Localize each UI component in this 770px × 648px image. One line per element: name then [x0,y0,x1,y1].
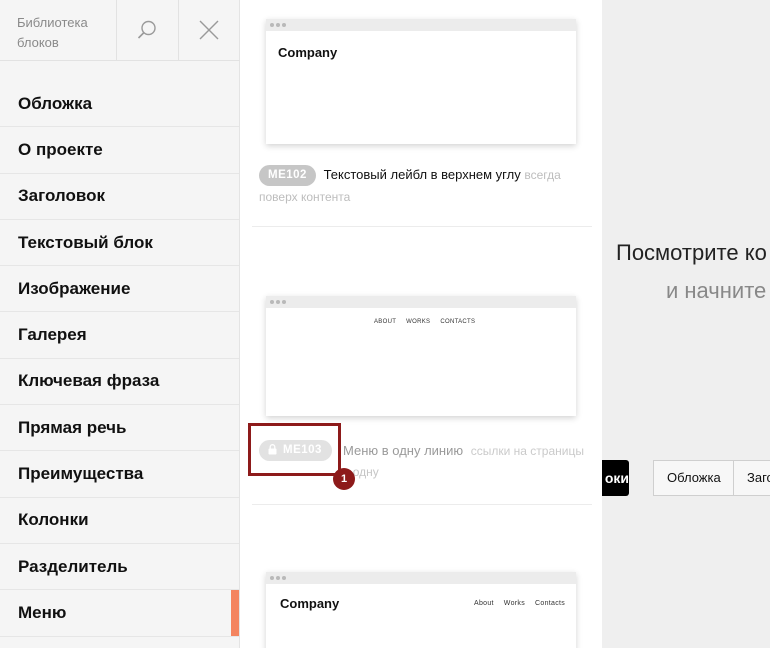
preview-nav-item: CONTACTS [440,319,476,325]
search-icon [137,20,156,39]
block-preview-panel: Company ME102 Текстовый лейбл в верхнем … [240,0,602,648]
block-subtitle-cont: поверх контента [259,190,351,205]
close-button[interactable] [178,0,239,60]
preview-nav-item: Contacts [535,600,566,607]
preview-nav-item: WORKS [406,319,431,325]
quick-add-cover-button[interactable]: Обложка [653,460,735,496]
preview-company-label: Company [278,45,338,60]
quick-add-heading-button[interactable]: Заго [733,460,770,496]
sidebar-item-features[interactable]: Преимущества [0,451,239,498]
preview-nav: About Works Contacts [474,600,575,607]
sidebar-item-gallery[interactable]: Галерея [0,312,239,359]
sidebar-item-heading[interactable]: Заголовок [0,174,239,220]
block-library-sidebar: Библиотека блоков Обложка О проекте Заго… [0,0,240,648]
block-code-badge: ME102 [259,165,316,187]
empty-state-subheading: и начните [666,278,767,303]
search-button[interactable] [116,0,177,60]
block-description-me103: Меню в одну линию ссылки на страницы [343,440,584,462]
preview-nav: ABOUT WORKS CONTACTS [374,319,485,325]
sidebar-item-separator[interactable]: Разделитель [0,544,239,591]
browser-bar [266,19,576,31]
all-blocks-button-label: оки [604,470,629,486]
sidebar-item-cover[interactable]: Обложка [0,81,239,128]
block-subtitle: ссылки на страницы [470,444,584,458]
preview-nav-item: About [474,600,494,607]
sidebar-item-text-block[interactable]: Текстовый блок [0,220,239,267]
sidebar-title: Библиотека блоков [17,15,88,50]
sidebar-item-image[interactable]: Изображение [0,266,239,313]
browser-bar [266,572,576,584]
sidebar-item-key-phrase[interactable]: Ключевая фраза [0,359,239,406]
sidebar-item-menu[interactable]: Меню [0,590,239,637]
block-title: Меню в одну линию [343,443,464,458]
block-description-me102: ME102 Текстовый лейбл в верхнем углу все… [259,164,579,208]
annotation-number: 1 [333,468,355,490]
preview-nav-item: ABOUT [374,319,397,325]
sidebar-item-columns[interactable]: Колонки [0,498,239,544]
browser-bar [266,296,576,308]
sidebar-item-quote[interactable]: Прямая речь [0,405,239,452]
empty-state-heading: Посмотрите ко [616,240,767,265]
block-preview-me103[interactable]: ABOUT WORKS CONTACTS [266,296,576,416]
sidebar-item-about[interactable]: О проекте [0,127,239,174]
block-title: Текстовый лейбл в верхнем углу [323,167,521,182]
close-icon [199,20,219,40]
preview-company-label: Company [280,596,340,611]
sidebar-category-list: Обложка О проекте Заголовок Текстовый бл… [0,81,239,637]
preview-nav-item: Works [503,600,526,607]
editor-empty-state: Посмотрите ко и начните оки Обложка Заго [602,0,770,648]
block-preview-me102[interactable]: Company [266,19,576,144]
block-subtitle: всегда [524,168,561,182]
annotation-highlight-box [248,423,341,476]
divider [252,504,592,505]
all-blocks-button[interactable]: оки [602,460,629,496]
divider [252,226,592,227]
block-preview-me104[interactable]: Company About Works Contacts [266,572,576,648]
sidebar-header: Библиотека блоков [0,0,240,61]
